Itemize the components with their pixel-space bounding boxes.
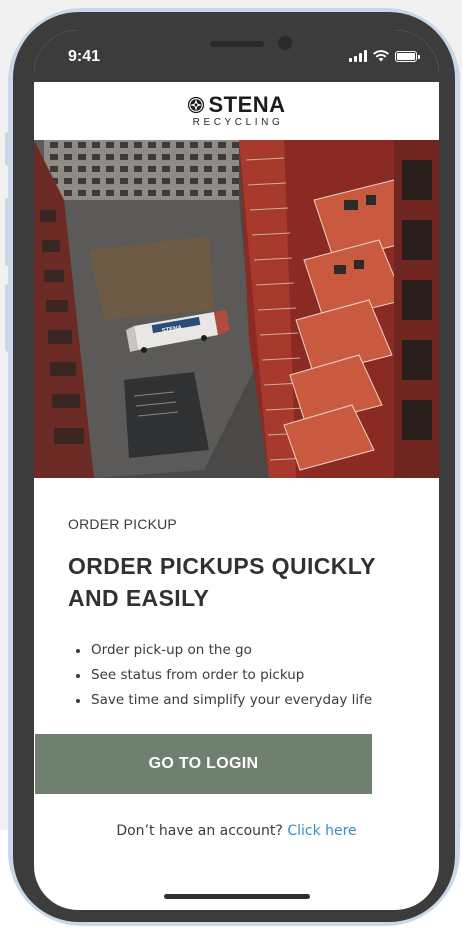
speaker-grille: [210, 41, 264, 47]
status-bar: 9:41: [34, 30, 439, 82]
feature-item: Order pick-up on the go: [76, 638, 372, 663]
app-header: STENA RECYCLING: [34, 82, 439, 140]
front-camera: [278, 36, 292, 50]
signup-prompt: Don’t have an account? Click here: [34, 823, 439, 839]
bullet-dot: [76, 698, 80, 703]
stena-logo-icon: [188, 96, 205, 114]
signup-link[interactable]: Click here: [287, 823, 356, 839]
home-indicator: [164, 894, 310, 899]
brand-logo: STENA: [187, 94, 285, 116]
feature-item: See status from order to pickup: [76, 663, 372, 688]
feature-text: Order pick-up on the go: [91, 642, 252, 658]
feature-text: See status from order to pickup: [91, 667, 305, 683]
status-icons: [349, 50, 420, 62]
wifi-icon: [373, 50, 389, 62]
brand-subtitle: RECYCLING: [192, 117, 284, 128]
hero-image: STENA: [34, 140, 439, 478]
page-headline: ORDER PICKUPS QUICKLY AND EASILY: [68, 553, 376, 611]
signal-icon: [349, 50, 367, 62]
status-time: 9:41: [68, 48, 101, 65]
feature-item: Save time and simplify your everyday lif…: [76, 688, 372, 713]
notch: [128, 30, 346, 68]
battery-icon: [395, 51, 420, 62]
hero-illustration: STENA: [34, 140, 439, 478]
feature-list: Order pick-up on the go See status from …: [76, 638, 372, 713]
signup-prompt-text: Don’t have an account?: [116, 823, 283, 839]
brand-name: STENA: [208, 92, 286, 117]
section-eyebrow: ORDER PICKUP: [68, 516, 177, 532]
bullet-dot: [76, 673, 80, 678]
bullet-dot: [76, 648, 80, 653]
go-to-login-button[interactable]: GO TO LOGIN: [35, 734, 372, 794]
feature-text: Save time and simplify your everyday lif…: [91, 692, 373, 708]
